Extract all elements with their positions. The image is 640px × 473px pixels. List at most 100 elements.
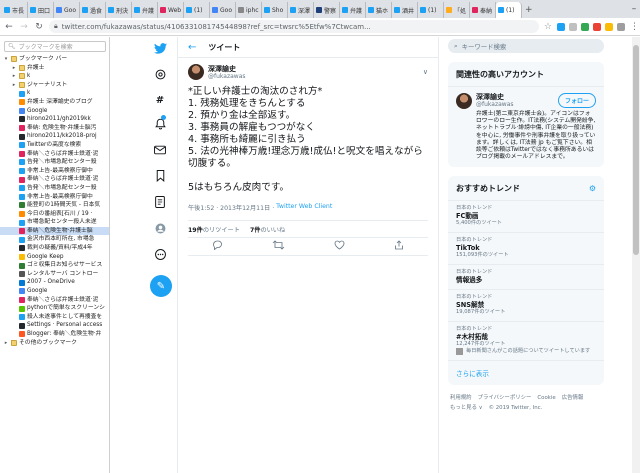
author-handle[interactable]: @fukazawas: [208, 73, 419, 80]
browser-tab[interactable]: 弁護: [340, 2, 366, 18]
more-icon[interactable]: [153, 247, 167, 261]
bookmark-item[interactable]: 弁護士 深澤諭史のブログ: [0, 98, 109, 107]
back-icon[interactable]: ←: [4, 22, 14, 32]
browser-tab[interactable]: 奉納: [470, 2, 496, 18]
bookmark-search-input[interactable]: 🔍︎ ブックマークを検索: [4, 41, 106, 52]
bookmark-item[interactable]: 奉納＼さらば弁護士鉄道·泥: [0, 296, 109, 305]
notifications-icon[interactable]: [153, 115, 167, 131]
retweet-icon[interactable]: [272, 240, 285, 253]
footer-link[interactable]: © 2019 Twitter, Inc.: [489, 405, 543, 411]
browser-tab[interactable]: (1): [184, 2, 210, 18]
retweet-stat[interactable]: 19件のリツイート: [188, 225, 240, 234]
trend-news[interactable]: 毎日新聞さんがこの話題についてツイートしています: [456, 348, 596, 356]
trend-item[interactable]: 日本のトレンド 情報過多: [448, 265, 604, 291]
bookmark-folder[interactable]: ▸ k: [0, 72, 109, 81]
compose-tweet-button[interactable]: ✎: [150, 275, 172, 297]
messages-icon[interactable]: [153, 143, 167, 157]
follow-button[interactable]: フォロー: [557, 93, 596, 108]
bookmark-item[interactable]: Google: [0, 107, 109, 116]
footer-link[interactable]: プライバシーポリシー: [478, 395, 532, 401]
bookmark-item[interactable]: ゴミ収集日お知らせサービス: [0, 261, 109, 270]
bookmark-folder[interactable]: ▸ その他のブックマーク: [0, 339, 109, 348]
scrollbar-thumb[interactable]: [633, 45, 639, 255]
like-icon[interactable]: [334, 240, 345, 253]
bookmark-item[interactable]: 市場急配センター殺人未遂: [0, 218, 109, 227]
bookmark-item[interactable]: Google Keep: [0, 253, 109, 262]
bookmark-item[interactable]: k: [0, 89, 109, 98]
bookmark-item[interactable]: hirono2011/kk2018-proj: [0, 132, 109, 141]
browser-tab[interactable]: 過食: [80, 2, 106, 18]
browser-tab[interactable]: Sho: [262, 2, 288, 18]
avatar[interactable]: [456, 93, 472, 109]
bookmark-item[interactable]: レンタルサーバ コントロー: [0, 270, 109, 279]
browser-tab[interactable]: 猫ホ: [366, 2, 392, 18]
bookmark-item[interactable]: 奉納＼危険生物·弁護士脳: [0, 226, 109, 236]
bookmark-folder[interactable]: ▸ 弁護士: [0, 64, 109, 73]
like-stat[interactable]: 7件のいいね: [250, 225, 285, 234]
chevron-icon[interactable]: ▸: [11, 72, 17, 81]
browser-tab[interactable]: 田口: [28, 2, 54, 18]
extension-icon[interactable]: [581, 22, 589, 31]
bookmark-folder[interactable]: ▾ ブックマーク バー: [0, 55, 109, 64]
new-tab-button[interactable]: +: [522, 2, 536, 18]
trend-item[interactable]: 日本のトレンド SNS解禁 19,087件のツイート: [448, 290, 604, 323]
bookmark-item[interactable]: 告発＼市場急配センター殺: [0, 158, 109, 167]
author-name[interactable]: 深澤諭史: [208, 65, 419, 73]
browser-tab[interactable]: 深澤: [288, 2, 314, 18]
chevron-down-icon[interactable]: ∨: [423, 68, 428, 76]
browser-menu-icon[interactable]: ⋮: [630, 22, 639, 32]
bird-logo-icon[interactable]: [153, 41, 167, 55]
bookmark-folder[interactable]: ▸ ジャーナリスト: [0, 81, 109, 90]
bookmark-item[interactable]: Twitterの高度な検索: [0, 141, 109, 150]
bookmark-item[interactable]: 奉納＼さらば弁護士鉄道·泥: [0, 150, 109, 159]
bookmark-item[interactable]: Settings · Personal access: [0, 321, 109, 330]
chevron-icon[interactable]: ▸: [11, 64, 17, 73]
footer-link[interactable]: 広告情報: [562, 395, 584, 401]
browser-tab[interactable]: Goo: [54, 2, 80, 18]
gear-icon[interactable]: ⚙: [589, 184, 596, 193]
bookmark-item[interactable]: hirono2011/gh2019kk: [0, 115, 109, 124]
browser-tab[interactable]: Goo: [210, 2, 236, 18]
browser-tab[interactable]: (1): [496, 2, 522, 18]
explore-icon[interactable]: [153, 67, 167, 81]
browser-tab[interactable]: Web: [158, 2, 184, 18]
bookmark-item[interactable]: 2007 - OneDrive: [0, 278, 109, 287]
trend-item[interactable]: 日本のトレンド TikTok 151,093件のツイート: [448, 233, 604, 266]
address-bar[interactable]: 🔒︎ twitter.com/fukazawas/status/41063310…: [49, 20, 539, 33]
browser-tab[interactable]: 酒井: [392, 2, 418, 18]
footer-link[interactable]: もっと見る ∨: [450, 405, 483, 411]
bookmark-item[interactable]: 告発＼市場急配センター殺: [0, 184, 109, 193]
avatar[interactable]: [188, 64, 204, 80]
bookmark-item[interactable]: 殺人未遂事件として再捜査を: [0, 313, 109, 322]
reload-icon[interactable]: ↻: [34, 22, 44, 32]
bookmark-item[interactable]: 奉納＼さらば弁護士鉄道·泥: [0, 175, 109, 184]
bookmark-item[interactable]: 金沢市西本町所在, 市場急: [0, 235, 109, 244]
related-account-name[interactable]: 深澤諭史: [476, 93, 514, 101]
extension-icon[interactable]: [605, 22, 613, 31]
related-account-handle[interactable]: @fukazawas: [476, 101, 514, 108]
extension-icon[interactable]: [617, 22, 625, 31]
bookmark-item[interactable]: 非常上告-最高検察庁御中: [0, 167, 109, 176]
bookmark-item[interactable]: pythonで簡単なスクリーンシ: [0, 304, 109, 313]
twitter-search-input[interactable]: ⌕ キーワード検索: [448, 39, 604, 53]
chevron-icon[interactable]: ▾: [3, 55, 9, 64]
reply-icon[interactable]: [212, 240, 223, 253]
bookmark-item[interactable]: Blogger: 奉納＼危険生物·弁: [0, 330, 109, 339]
bookmark-item[interactable]: 非常上告-最高検察庁御中: [0, 193, 109, 202]
bookmark-item[interactable]: Google: [0, 287, 109, 296]
page-scrollbar[interactable]: [632, 37, 640, 473]
chevron-icon[interactable]: ▸: [3, 339, 9, 348]
extension-icon[interactable]: [557, 22, 565, 31]
footer-link[interactable]: 利用規約: [450, 395, 472, 401]
browser-tab[interactable]: (1): [418, 2, 444, 18]
lists-icon[interactable]: [153, 195, 167, 209]
extension-icon[interactable]: [593, 22, 601, 31]
bookmark-item[interactable]: 能登町の1時間天気 - 日本気: [0, 201, 109, 210]
share-icon[interactable]: [394, 240, 404, 253]
browser-tab[interactable]: 弁護: [132, 2, 158, 18]
bookmark-item[interactable]: 裁判の疑義/資料/平成4年: [0, 244, 109, 253]
tweet-source[interactable]: Twitter Web Client: [276, 203, 332, 212]
back-arrow-icon[interactable]: ←: [188, 42, 196, 53]
trend-item[interactable]: 日本のトレンド FC動画 5,400件のツイート: [448, 201, 604, 234]
minimize-button[interactable]: –: [628, 2, 640, 18]
